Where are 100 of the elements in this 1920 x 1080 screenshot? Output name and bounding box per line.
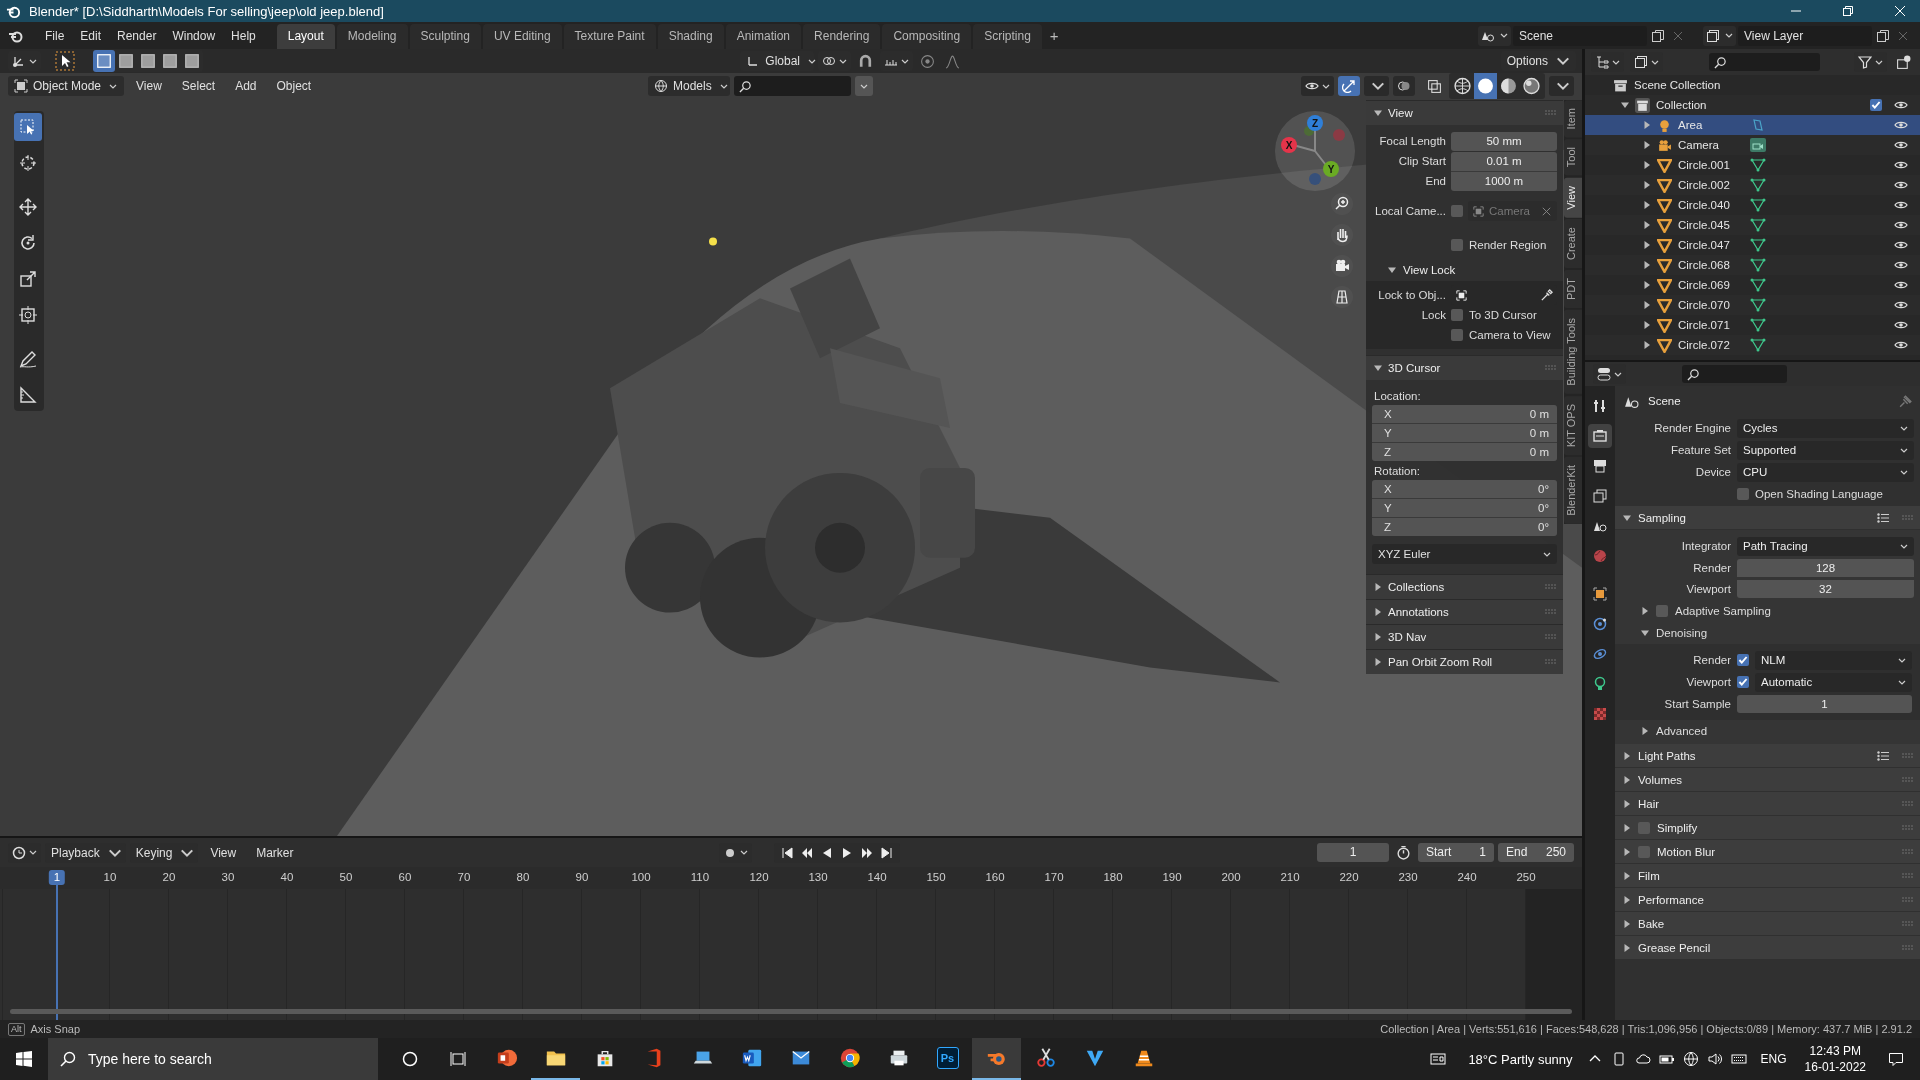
circle-icon[interactable] — [402, 1051, 418, 1067]
checkbox-option[interactable]: Render Region — [1451, 239, 1547, 251]
workspace-tab[interactable]: Compositing — [882, 24, 972, 49]
number-field[interactable]: 50 mm — [1451, 131, 1557, 151]
outliner-item[interactable]: Circle.069 — [1678, 279, 1734, 291]
checkbox[interactable] — [1638, 845, 1650, 858]
grip-icon[interactable] — [1545, 659, 1557, 665]
clock[interactable]: 12:43 PM 16-01-2022 — [1804, 1043, 1866, 1075]
outliner-row[interactable]: Circle.040 — [1585, 195, 1920, 215]
proportional-edit-icon[interactable] — [920, 53, 936, 69]
collection-dropdown[interactable]: Models — [648, 76, 730, 96]
grip-icon[interactable] — [1902, 824, 1914, 831]
preset-list-icon[interactable] — [1877, 750, 1889, 761]
number-field[interactable]: Z 0° — [1372, 518, 1557, 536]
cloud-icon[interactable] — [1634, 1051, 1651, 1067]
grip-icon[interactable] — [1545, 365, 1557, 371]
scene-browse-button[interactable] — [1478, 25, 1511, 46]
outliner-item[interactable]: Circle.001 — [1678, 159, 1734, 171]
subpanel-header[interactable]: Advanced — [1621, 720, 1916, 742]
panel-header[interactable]: View — [1366, 100, 1563, 125]
current-frame-field[interactable]: 1 — [1317, 843, 1389, 862]
mesh-data-icon[interactable] — [1750, 238, 1766, 252]
sidebar-tab[interactable]: PDT — [1564, 270, 1582, 309]
new-collection-icon[interactable] — [1896, 54, 1911, 70]
workspace-tab[interactable]: Shading — [657, 24, 724, 49]
grip-icon[interactable] — [1545, 584, 1557, 590]
select-box-icon[interactable] — [14, 113, 42, 141]
zoom-icon[interactable] — [1330, 192, 1354, 216]
dropdown[interactable]: Automatic — [1755, 672, 1912, 692]
panel-header[interactable]: Volumes — [1615, 768, 1920, 791]
browser-icon[interactable] — [838, 1047, 861, 1069]
keyboard-icon[interactable] — [1730, 1051, 1747, 1067]
camera-icon[interactable] — [1330, 254, 1354, 278]
grip-icon[interactable] — [1902, 848, 1914, 855]
add-workspace-button[interactable]: + — [1043, 24, 1065, 49]
scissors-icon[interactable] — [1034, 1047, 1057, 1069]
sidebar-tab[interactable]: Item — [1564, 100, 1582, 138]
grip-icon[interactable] — [1545, 609, 1557, 615]
dropdown[interactable]: Cycles — [1737, 418, 1914, 438]
photo-editor-icon[interactable]: Ps — [936, 1047, 959, 1069]
mesh-data-icon[interactable] — [1750, 298, 1766, 312]
panel-header[interactable]: Pan Orbit Zoom Roll — [1366, 649, 1563, 674]
panel-header[interactable]: Sampling — [1615, 506, 1920, 529]
eye-icon[interactable] — [1894, 300, 1908, 310]
eye-icon[interactable] — [1894, 160, 1908, 170]
panel-header[interactable]: Simplify — [1615, 816, 1920, 839]
panel-header[interactable]: Motion Blur — [1615, 840, 1920, 863]
mode-dropdown[interactable]: Object Mode — [8, 76, 124, 96]
outliner-item[interactable]: Circle.045 — [1678, 219, 1734, 231]
eye-icon[interactable] — [1894, 280, 1908, 290]
end-frame-field[interactable]: End 250 — [1498, 843, 1574, 862]
outliner-item[interactable]: Camera — [1678, 139, 1734, 151]
rotation-mode-dropdown[interactable]: XYZ Euler — [1372, 544, 1557, 564]
overlay-button[interactable] — [1393, 76, 1415, 96]
mesh-data-icon[interactable] — [1750, 278, 1766, 292]
task-view-icon[interactable] — [450, 1051, 466, 1067]
menu-item[interactable]: View — [128, 76, 170, 96]
xray-icon[interactable] — [1427, 78, 1442, 94]
presentation-app-icon[interactable] — [495, 1047, 518, 1069]
stopwatch-icon[interactable] — [1396, 845, 1411, 860]
number-field[interactable]: 1000 m — [1451, 171, 1557, 191]
checkbox[interactable] — [1737, 488, 1749, 500]
mesh-data-icon[interactable] — [1750, 318, 1766, 332]
grip-icon[interactable] — [1902, 896, 1914, 903]
menu-item[interactable]: View — [202, 842, 245, 863]
checkbox-option[interactable]: To 3D Cursor — [1451, 309, 1537, 321]
panel-header[interactable]: Film — [1615, 864, 1920, 887]
eye-icon[interactable] — [1894, 140, 1908, 150]
number-field[interactable]: 32 — [1737, 580, 1914, 598]
outliner-item[interactable]: Circle.068 — [1678, 259, 1734, 271]
mesh-data-icon[interactable] — [1750, 178, 1766, 192]
grip-icon[interactable] — [1545, 634, 1557, 640]
outliner-item[interactable]: Circle.070 — [1678, 299, 1734, 311]
panel-header[interactable]: Grease Pencil — [1615, 936, 1920, 959]
workspace-tab[interactable]: Animation — [725, 24, 802, 49]
menu-item[interactable]: Select — [173, 76, 224, 96]
subpanel-header[interactable]: Denoising — [1621, 622, 1916, 644]
notification-icon[interactable] — [1888, 1051, 1904, 1067]
globe-icon[interactable] — [1682, 1051, 1699, 1067]
visibility-button[interactable] — [1301, 76, 1334, 96]
subpanel-header[interactable]: Adaptive Sampling — [1621, 600, 1916, 622]
grip-icon[interactable] — [1902, 776, 1914, 783]
grip-icon[interactable] — [1902, 514, 1914, 521]
eye-icon[interactable] — [1894, 340, 1908, 350]
workspace-tab[interactable]: Texture Paint — [563, 24, 656, 49]
start-frame-field[interactable]: Start 1 — [1418, 843, 1494, 862]
eye-icon[interactable] — [1894, 220, 1908, 230]
sidebar-tab[interactable]: Building Tools — [1564, 310, 1582, 394]
workspace-tab[interactable]: Sculpting — [409, 24, 481, 49]
checkbox[interactable] — [1656, 605, 1668, 617]
eye-icon[interactable] — [1894, 260, 1908, 270]
panel-header[interactable]: Hair — [1615, 792, 1920, 815]
number-field[interactable]: 0.01 m — [1451, 152, 1557, 171]
subpanel-header[interactable]: View Lock — [1372, 259, 1557, 281]
mesh-data-icon[interactable] — [1750, 158, 1766, 172]
number-field[interactable]: X 0° — [1372, 480, 1557, 498]
select-tool-icon[interactable] — [55, 51, 75, 71]
checkbox[interactable] — [1737, 654, 1749, 666]
checkbox-option[interactable]: Camera to View — [1451, 329, 1551, 341]
checkbox[interactable] — [1451, 205, 1463, 217]
